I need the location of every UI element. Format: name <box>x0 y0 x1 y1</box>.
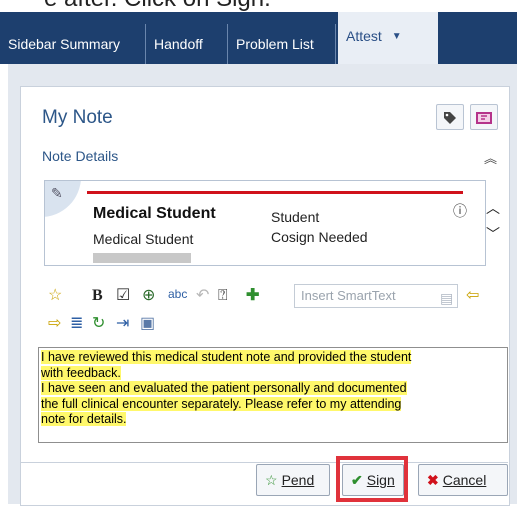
cancel-button[interactable]: ✖ Cancel <box>418 464 508 496</box>
student-name: Medical Student <box>93 205 216 222</box>
accent-bar <box>87 191 463 194</box>
pend-button[interactable]: ☆ Pend <box>256 464 330 496</box>
spellcheck-icon[interactable]: abc <box>168 284 187 304</box>
scroll-down-icon[interactable]: ﹀ <box>486 224 500 244</box>
note-line: with feedback. <box>41 365 121 380</box>
tab-problem-list[interactable]: Problem List <box>228 24 336 64</box>
note-line: the full clinical encounter separately. … <box>41 396 402 411</box>
tab-label: Problem List <box>236 36 314 52</box>
smarttext-list-icon[interactable]: ▤ <box>440 288 453 308</box>
redacted-text <box>93 253 191 263</box>
tab-label: Attest <box>346 28 382 44</box>
list-arrow-icon[interactable]: ≣ <box>70 314 83 334</box>
star-icon[interactable]: ☆ <box>48 286 62 306</box>
note-line: note for details. <box>41 412 127 426</box>
close-icon: ✖ <box>427 472 439 488</box>
info-icon[interactable]: ⓘ <box>453 201 467 221</box>
arrow-left-icon[interactable]: ⇦ <box>466 286 479 306</box>
tab-sidebar-summary[interactable]: Sidebar Summary <box>0 24 146 64</box>
student-type: Student <box>271 209 320 225</box>
pencil-icon[interactable]: ✎ <box>51 185 63 202</box>
chevron-down-icon[interactable]: ▼ <box>392 13 402 61</box>
collapse-double-chevron-icon[interactable]: ︽ <box>484 148 497 167</box>
undo-icon[interactable]: ↶ <box>196 286 209 306</box>
add-icon[interactable]: ✚ <box>246 286 259 306</box>
zoom-icon[interactable]: ⊕ <box>142 286 155 306</box>
bold-button[interactable]: B <box>92 286 103 306</box>
student-summary-card: ✎ Medical Student Medical Student Studen… <box>44 180 486 266</box>
instruction-caption: e after. Click on Sign. <box>0 0 517 12</box>
note-title: My Note <box>42 107 113 128</box>
note-text: I have reviewed this medical student not… <box>41 350 501 428</box>
note-details-label: Note Details <box>42 148 119 164</box>
tab-attest[interactable]: Attest ▼ <box>338 12 438 64</box>
cancel-label: Cancel <box>442 472 487 488</box>
document-icon[interactable]: ▣ <box>140 314 155 334</box>
cosign-status: Cosign Needed <box>271 229 368 245</box>
divider <box>20 462 508 463</box>
help-icon[interactable]: ⍰ <box>218 286 228 306</box>
scroll-up-icon[interactable]: ︿ <box>486 198 500 218</box>
sign-highlight-box <box>336 456 408 502</box>
note-book-icon[interactable] <box>470 104 498 130</box>
arrow-right-icon[interactable]: ⇨ <box>48 314 61 334</box>
pend-icon: ☆ <box>265 472 278 488</box>
note-line: I have seen and evaluated the patient pe… <box>41 381 407 395</box>
note-line: I have reviewed this medical student not… <box>41 350 412 364</box>
tab-handoff[interactable]: Handoff <box>146 24 228 64</box>
student-role: Medical Student <box>93 231 194 247</box>
insert-icon[interactable]: ⇥ <box>116 314 129 334</box>
pend-label: Pend <box>281 472 315 488</box>
tag-icon[interactable] <box>436 104 464 130</box>
refresh-icon[interactable]: ↻ <box>92 314 105 334</box>
tab-label: Sidebar Summary <box>8 36 121 52</box>
smarttext-input[interactable]: Insert SmartText <box>294 284 458 308</box>
tab-label: Handoff <box>154 36 203 52</box>
checkbox-icon[interactable]: ☑ <box>116 286 130 306</box>
